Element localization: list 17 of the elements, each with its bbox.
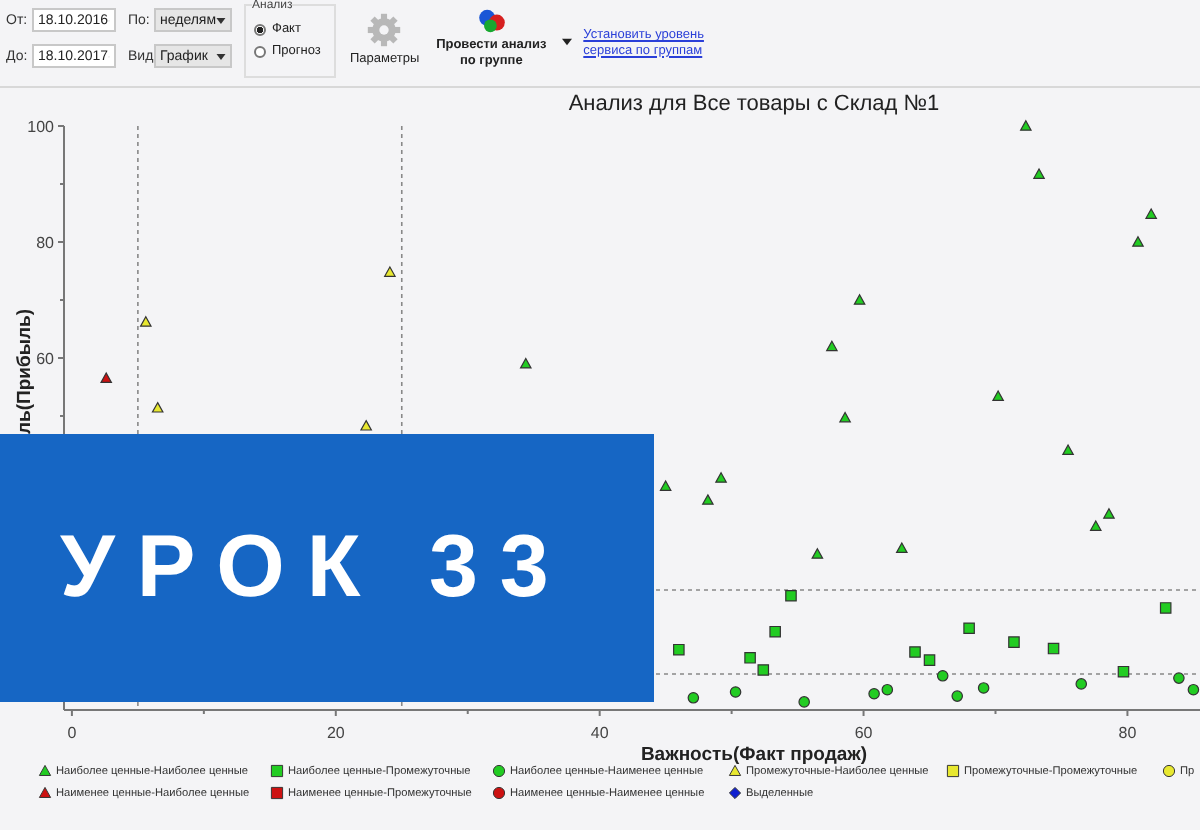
y-tick-label: 100	[27, 118, 54, 136]
chart-title: Анализ для Все товары с Склад №1	[568, 92, 940, 116]
caret-down-icon	[216, 53, 226, 59]
y-axis-title: ль(Прибыль)	[14, 308, 36, 434]
y-tick-label: 60	[36, 350, 54, 368]
x-tick-label: 20	[326, 724, 345, 742]
x-tick-label: 0	[67, 724, 77, 742]
lesson-banner: УРОК 33	[0, 434, 654, 702]
x-tick-label: 80	[1118, 724, 1137, 742]
circles-icon	[475, 8, 508, 34]
x-tick-label: 60	[854, 724, 873, 742]
x-axis-title: Важность(Факт продаж)	[640, 744, 868, 764]
caret-down-icon	[216, 17, 226, 23]
gear-icon	[366, 12, 403, 48]
caret-down-icon[interactable]	[561, 38, 572, 46]
x-tick-label: 40	[590, 724, 609, 742]
y-tick-label: 80	[36, 234, 54, 252]
